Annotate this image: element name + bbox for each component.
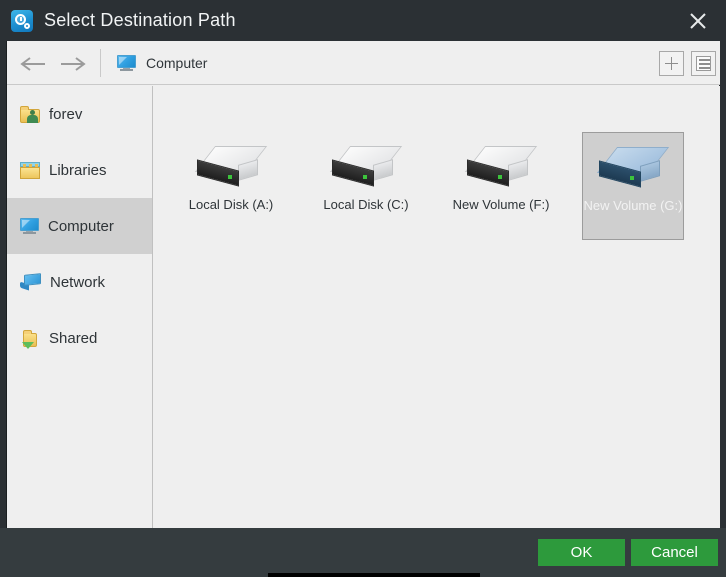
- sidebar-item-label: Libraries: [49, 161, 107, 179]
- file-list: Local Disk (A:) Local Disk (C:) New Volu…: [154, 86, 720, 528]
- network-icon: [20, 272, 41, 291]
- computer-monitor-icon: [117, 55, 136, 71]
- window-right-edge: [720, 41, 726, 528]
- file-item-drive[interactable]: Local Disk (A:): [180, 132, 282, 240]
- arrow-right-icon[interactable]: [55, 51, 91, 77]
- sidebar-item-network[interactable]: Network: [7, 254, 152, 310]
- bottom-edge-strip: [268, 573, 480, 577]
- sidebar-item-label: Shared: [49, 329, 98, 347]
- dialog-window: Select Destination Path Computer forev L…: [0, 0, 726, 577]
- breadcrumb-label: Computer: [146, 55, 208, 71]
- sidebar-item-label: forev: [49, 105, 83, 123]
- file-item-drive-selected[interactable]: New Volume (G:): [582, 132, 684, 240]
- drive-icon: [596, 147, 670, 191]
- file-item-label: Local Disk (C:): [323, 197, 409, 212]
- arrow-left-icon[interactable]: [15, 51, 51, 77]
- footer-bar: OK Cancel: [0, 528, 726, 577]
- sidebar: forev Libraries Computer Network Shared: [7, 86, 153, 528]
- drive-icon: [329, 146, 403, 190]
- file-item-drive[interactable]: New Volume (F:): [450, 132, 552, 240]
- file-item-label: Local Disk (A:): [188, 197, 274, 212]
- user-folder-icon: [20, 105, 40, 123]
- title-bar: Select Destination Path: [0, 0, 726, 41]
- window-title: Select Destination Path: [44, 10, 236, 30]
- sidebar-item-forev[interactable]: forev: [7, 86, 152, 142]
- file-item-drive[interactable]: Local Disk (C:): [315, 132, 417, 240]
- libraries-icon: [20, 161, 40, 179]
- plus-icon[interactable]: [659, 51, 684, 76]
- drive-icon: [194, 146, 268, 190]
- app-clock-icon: [11, 9, 33, 32]
- sidebar-item-libraries[interactable]: Libraries: [7, 142, 152, 198]
- sidebar-item-label: Network: [50, 273, 106, 291]
- shared-folder-icon: [20, 329, 40, 349]
- sidebar-item-computer[interactable]: Computer: [7, 198, 152, 254]
- breadcrumb[interactable]: Computer: [117, 41, 207, 85]
- sidebar-item-shared[interactable]: Shared: [7, 310, 152, 366]
- dialog-body: Computer forev Libraries Computer Networ…: [6, 41, 720, 528]
- sidebar-item-label: Computer: [48, 217, 114, 235]
- navigation-bar: Computer: [7, 41, 720, 85]
- computer-monitor-icon: [20, 218, 39, 234]
- file-item-label: New Volume (G:): [583, 198, 683, 213]
- file-item-label: New Volume (F:): [452, 197, 550, 212]
- ok-button[interactable]: OK: [538, 539, 625, 566]
- drive-icon: [464, 146, 538, 190]
- close-icon[interactable]: [670, 0, 726, 41]
- list-view-icon[interactable]: [691, 51, 716, 76]
- toolbar-divider: [100, 49, 101, 77]
- cancel-button[interactable]: Cancel: [631, 539, 718, 566]
